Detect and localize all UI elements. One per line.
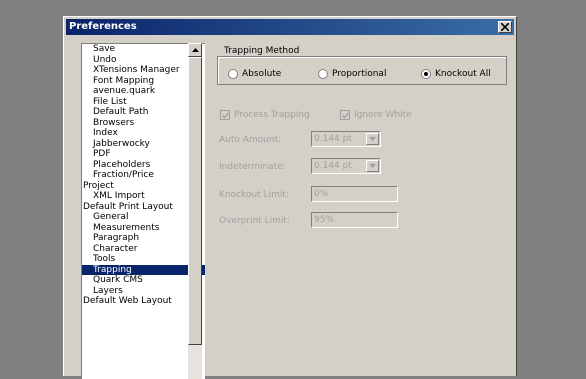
list-item-tools[interactable]: Tools xyxy=(82,254,205,265)
radio-absolute-circle xyxy=(228,69,238,79)
chevron-down-icon xyxy=(369,137,376,141)
list-item-measurements[interactable]: Measurements xyxy=(82,223,205,234)
list-item-character[interactable]: Character xyxy=(82,244,205,255)
scroll-up-button[interactable] xyxy=(188,43,202,57)
list-item-general[interactable]: General xyxy=(82,212,205,223)
ignore-white-label: Ignore White xyxy=(354,110,412,120)
checkmark-icon xyxy=(222,112,229,119)
list-item-default-web-layout[interactable]: Default Web Layout xyxy=(82,296,205,307)
radio-knockout-all[interactable]: Knockout All xyxy=(421,69,491,79)
list-item-placeholders[interactable]: Placeholders xyxy=(82,160,205,171)
list-item-index[interactable]: Index xyxy=(82,128,205,139)
radio-proportional[interactable]: Proportional xyxy=(318,69,386,79)
indeterminate-value: 0.144 pt xyxy=(314,161,352,171)
list-item-browsers[interactable]: Browsers xyxy=(82,118,205,129)
radio-absolute[interactable]: Absolute xyxy=(228,69,281,79)
ignore-white-box xyxy=(340,110,350,120)
list-item-font-mapping[interactable]: Font Mapping xyxy=(82,76,205,87)
radio-knockout-all-circle xyxy=(421,69,431,79)
knockout-limit-field[interactable]: 0% xyxy=(311,186,398,202)
auto-amount-dropdown-button[interactable] xyxy=(366,133,379,145)
overprint-limit-field[interactable]: 95% xyxy=(311,212,398,228)
list-item-pdf[interactable]: PDF xyxy=(82,149,205,160)
list-item-layers[interactable]: Layers xyxy=(82,286,205,297)
overprint-limit-label: Overprint Limit: xyxy=(219,216,290,226)
knockout-limit-label: Knockout Limit: xyxy=(219,190,289,200)
auto-amount-label: Auto Amount: xyxy=(219,135,282,145)
auto-amount-combo[interactable]: 0.144 pt xyxy=(311,131,381,147)
close-x-icon xyxy=(501,23,509,31)
list-item-project[interactable]: Project xyxy=(82,181,205,192)
process-trapping-checkbox[interactable]: Process Trapping xyxy=(220,110,310,120)
chevron-down-icon xyxy=(369,164,376,168)
process-trapping-label: Process Trapping xyxy=(234,110,310,120)
indeterminate-label: Indeterminate: xyxy=(219,162,286,172)
list-item-paragraph[interactable]: Paragraph xyxy=(82,233,205,244)
list-item-trapping[interactable]: Trapping xyxy=(82,264,205,275)
list-item-fraction-price[interactable]: Fraction/Price xyxy=(82,170,205,181)
category-list[interactable]: Save Undo XTensions Manager Font Mapping ave… xyxy=(81,43,205,379)
list-item-save[interactable]: Save xyxy=(82,44,205,55)
radio-absolute-label: Absolute xyxy=(242,69,282,79)
list-item-avenue-quark[interactable]: avenue.quark xyxy=(82,86,205,97)
preferences-dialog: Preferences Save Undo XTensions Manager Fon… xyxy=(63,16,517,379)
list-item-default-path[interactable]: Default Path xyxy=(82,107,205,118)
title-bar[interactable]: Preferences xyxy=(66,19,514,35)
list-item-xml-import[interactable]: XML Import xyxy=(82,191,205,202)
process-trapping-box xyxy=(220,110,230,120)
list-item-default-print-layout[interactable]: Default Print Layout xyxy=(82,202,205,213)
ignore-white-checkbox[interactable]: Ignore White xyxy=(340,110,412,120)
list-item-undo[interactable]: Undo xyxy=(82,55,205,66)
radio-proportional-circle xyxy=(318,69,328,79)
auto-amount-value: 0.144 pt xyxy=(314,134,352,144)
trapping-method-legend: Trapping Method xyxy=(222,46,302,56)
list-item-jabberwocky[interactable]: Jabberwocky xyxy=(82,139,205,150)
checkmark-icon xyxy=(342,112,349,119)
knockout-limit-value: 0% xyxy=(314,189,329,199)
arrow-up-icon xyxy=(192,48,199,52)
indeterminate-dropdown-button[interactable] xyxy=(366,160,379,172)
radio-proportional-label: Proportional xyxy=(332,69,387,79)
list-scrollbar[interactable] xyxy=(188,43,202,379)
overprint-limit-value: 95% xyxy=(314,215,335,225)
list-item-file-list[interactable]: File List xyxy=(82,97,205,108)
indeterminate-combo[interactable]: 0.144 pt xyxy=(311,158,381,174)
scroll-thumb[interactable] xyxy=(188,57,202,345)
close-button[interactable] xyxy=(498,21,512,33)
radio-knockout-all-label: Knockout All xyxy=(435,69,491,79)
window-title: Preferences xyxy=(69,21,137,32)
list-item-xtensions-manager[interactable]: XTensions Manager xyxy=(82,65,205,76)
list-item-quark-cms[interactable]: Quark CMS xyxy=(82,275,205,286)
